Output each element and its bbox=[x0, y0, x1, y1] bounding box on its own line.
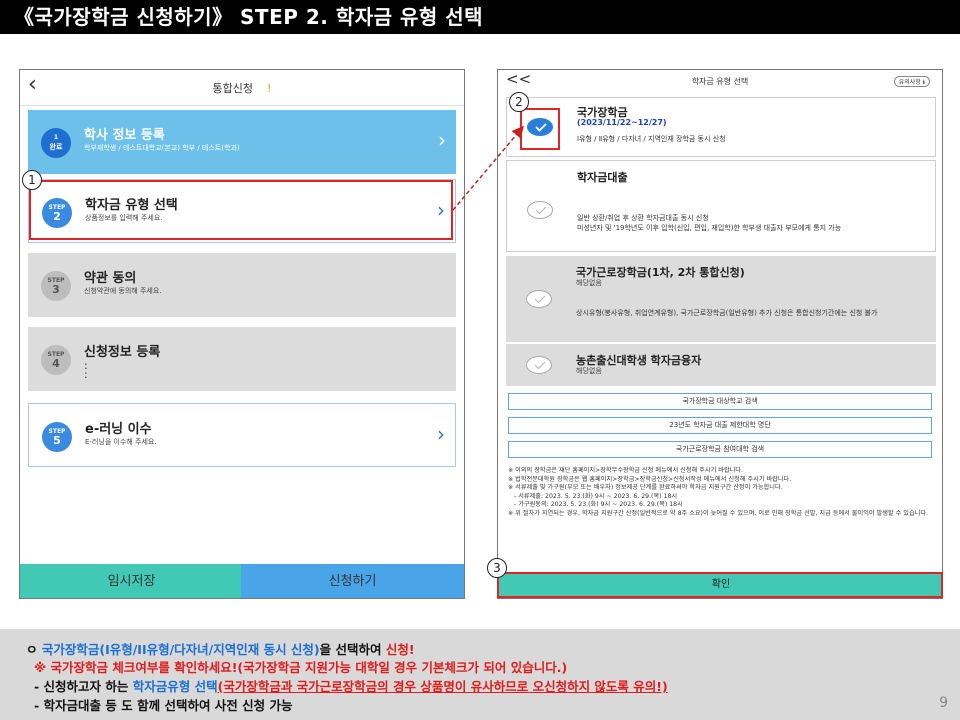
note-item: ※ 이외의 장학금은 재단 홈페이지>장학무수장학금 신청 메뉴에서 신청해 주… bbox=[508, 467, 743, 474]
option-period: (2023/11/22~12/27) bbox=[577, 118, 667, 127]
checkbox-icon[interactable] bbox=[527, 201, 553, 219]
note-item: ※ 법학전문대학원 장학금은 웹 홈페이지>장학금>장학금신청>신청서작성 메뉴… bbox=[508, 475, 792, 483]
left-phone-screen: ‹ 통합신청! 1 완료 학사 정보 등록 학부재학생 / 테스트대학교(본교) … bbox=[19, 69, 465, 599]
link-work-universities[interactable]: 국가근로장학금 참여대학 검색 bbox=[508, 441, 932, 458]
link-target-schools[interactable]: 국가장학금 대상학교 검색 bbox=[508, 393, 932, 410]
highlight-checkbox bbox=[520, 108, 560, 150]
step-title: e-러닝 이수 bbox=[85, 422, 152, 437]
apply-button[interactable]: 신청하기 bbox=[241, 564, 464, 598]
footer-line-3: - 신청하고자 하는 학자금유형 선택(국가장학금과 국가근로장학금의 경우 상… bbox=[34, 679, 668, 694]
page-title: 통합신청! bbox=[212, 82, 272, 95]
page-number: 9 bbox=[939, 695, 948, 711]
option-rural-loan[interactable]: 농촌출신대학생 학자금융자 해당없음 bbox=[506, 344, 936, 386]
step-badge: STEP 3 bbox=[41, 271, 71, 301]
note-item: - 서류제출: 2023. 5. 23.(화) 9시 ~ 2023. 6. 29… bbox=[514, 492, 678, 500]
temp-save-button[interactable]: 임시저장 bbox=[20, 564, 243, 598]
note-item: - 가구원동의: 2023. 5. 23.(화) 9시 ~ 2023. 6. 2… bbox=[514, 501, 683, 508]
footer-line-4: - 학자금대출 등 도 함께 선택하여 사전 신청 가능 bbox=[34, 698, 293, 713]
notes-list: ※ 이외의 장학금은 재단 홈페이지>장학무수장학금 신청 메뉴에서 신청해 주… bbox=[508, 467, 936, 518]
step-title: 신청정보 등록 bbox=[84, 345, 161, 360]
chevron-right-icon: › bbox=[438, 128, 446, 152]
slide-title: 《국가장학금 신청하기》 STEP 2. 학자금 유형 선택 bbox=[0, 0, 960, 34]
page-title: 학자금 유형 선택 bbox=[691, 77, 749, 86]
right-phone-screen: << 학자금 유형 선택 유의사항 ℹ 국가장학금 (2023/11/22~12… bbox=[497, 69, 943, 599]
step-subtitle: 신청약관에 동의해 주세요. bbox=[84, 287, 162, 295]
step-subtitle: E-러닝을 이수해 주세요. bbox=[85, 438, 157, 446]
step-subtitle: : : bbox=[84, 359, 88, 381]
link-restricted-universities[interactable]: 23년도 학자금 대출 제한대학 명단 bbox=[508, 417, 932, 434]
step-badge: STEP 4 bbox=[41, 345, 71, 375]
option-work-scholarship[interactable]: 국가근로장학금(1차, 2차 통합신청) 해당없음 상시유형(봉사유형, 취업연… bbox=[506, 256, 936, 342]
note-item: ※ 서류제출 및 가구원(부모 또는 배우자) 정보제공 단계를 완료하셔야 학… bbox=[508, 484, 783, 491]
highlight-confirm bbox=[497, 572, 943, 598]
annotation-number-1: 1 bbox=[22, 170, 42, 190]
step-1-academic-info[interactable]: 1 완료 학사 정보 등록 학부재학생 / 테스트대학교(본교) 학부 / 테스트… bbox=[28, 110, 456, 174]
step-subtitle: 학부재학생 / 테스트대학교(본교) 학부 / 테스트(학과) bbox=[84, 144, 240, 152]
step-badge: STEP 5 bbox=[42, 422, 72, 452]
checkbox-icon[interactable] bbox=[526, 290, 552, 308]
step-5-elearning[interactable]: STEP 5 e-러닝 이수 E-러닝을 이수해 주세요. › bbox=[28, 403, 456, 467]
option-desc: 일반 상환/취업 후 상환 학자금대출 동시 신청 미성년자 및 '19학년도 … bbox=[577, 214, 842, 232]
note-item: ※ 위 절차가 지연되는 경우, 학자금 지원구간 산정(일반적으로 약 8주 … bbox=[508, 509, 928, 517]
chevron-right-icon: › bbox=[437, 422, 445, 446]
footer-line-1: ㅇ 국가장학금(I유형/II유형/다자녀/지역인재 동시 신청)을 선택하여 신… bbox=[26, 642, 415, 657]
highlight-step-2 bbox=[29, 180, 453, 240]
option-desc: Ⅰ유형 / Ⅱ유형 / 다자녀 / 지역인재 장학금 동시 신청 bbox=[577, 135, 726, 143]
checkbox-icon[interactable] bbox=[526, 356, 552, 374]
slide: 《국가장학금 신청하기》 STEP 2. 학자금 유형 선택 ‹ 통합신청! 1… bbox=[0, 0, 960, 720]
option-title: 학자금대출 bbox=[577, 171, 628, 184]
option-desc: 상시유형(봉사유형, 취업연계유형), 국가근로장학금(일반유형) 추가 신청은… bbox=[576, 309, 878, 317]
annotation-number-2: 2 bbox=[509, 92, 529, 112]
step-title: 학사 정보 등록 bbox=[84, 128, 165, 143]
footer-line-2: ※ 국가장학금 체크여부를 확인하세요!(국가장학금 지원가능 대학일 경우 기… bbox=[34, 660, 568, 675]
app-header: << 학자금 유형 선택 유의사항 ℹ bbox=[498, 70, 942, 92]
step-badge: 1 완료 bbox=[41, 128, 71, 158]
option-national-scholarship[interactable]: 국가장학금 (2023/11/22~12/27) Ⅰ유형 / Ⅱ유형 / 다자녀… bbox=[506, 97, 936, 157]
notice-button[interactable]: 유의사항 ℹ bbox=[893, 76, 930, 87]
option-status: 해당없음 bbox=[576, 279, 602, 287]
footer-notes: ㅇ 국가장학금(I유형/II유형/다자녀/지역인재 동시 신청)을 선택하여 신… bbox=[0, 629, 960, 720]
option-status: 해당없음 bbox=[576, 367, 602, 375]
step-4-application-info[interactable]: STEP 4 신청정보 등록 : : bbox=[28, 327, 456, 391]
app-header: ‹ 통합신청! bbox=[20, 70, 464, 106]
step-3-terms[interactable]: STEP 3 약관 동의 신청약관에 동의해 주세요. bbox=[28, 253, 456, 317]
annotation-number-3: 3 bbox=[487, 558, 507, 578]
option-student-loan[interactable]: 학자금대출 일반 상환/취업 후 상환 학자금대출 동시 신청 미성년자 및 '… bbox=[506, 160, 936, 252]
step-title: 약관 동의 bbox=[84, 271, 137, 286]
info-mark: ! bbox=[267, 82, 272, 95]
